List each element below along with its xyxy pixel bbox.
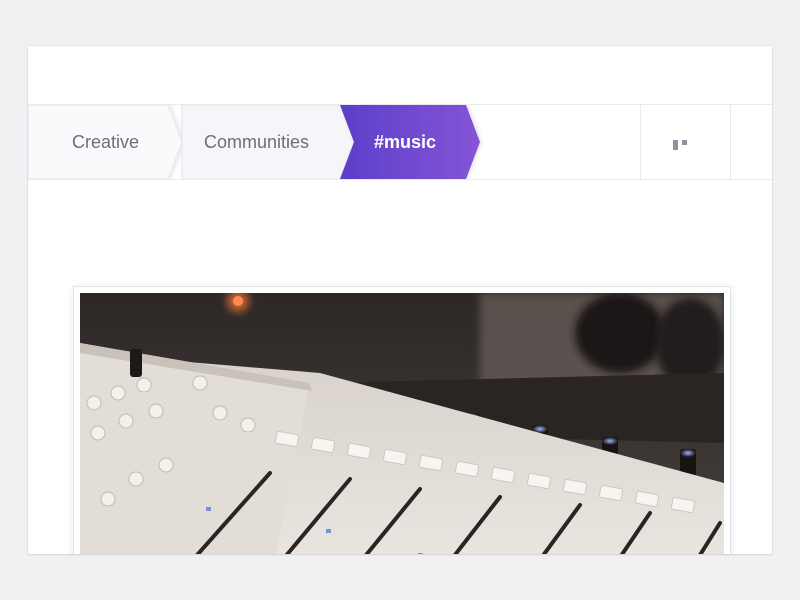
breadcrumb-item-communities[interactable]: Communities xyxy=(204,105,309,179)
mixing-console-photo xyxy=(80,293,724,554)
breadcrumb-item-music[interactable]: #music xyxy=(374,105,436,179)
more-options-button[interactable] xyxy=(640,105,731,179)
breadcrumb: Creative Communities #music xyxy=(28,104,772,180)
breadcrumb-item-creative[interactable]: Creative xyxy=(72,105,139,179)
mixing-console-illustration xyxy=(80,293,724,554)
photo-card[interactable] xyxy=(73,286,731,554)
more-horizontal-icon xyxy=(673,140,697,150)
content-card: Creative Communities #music xyxy=(28,46,772,554)
